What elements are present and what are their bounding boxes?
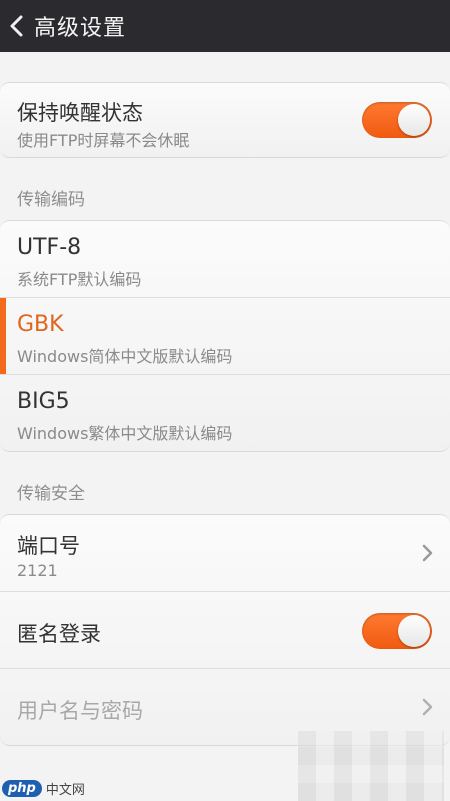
credentials-title: 用户名与密码 bbox=[17, 699, 143, 723]
anonymous-login-title: 匿名登录 bbox=[17, 622, 101, 646]
encoding-option-subtitle: Windows简体中文版默认编码 bbox=[17, 347, 233, 366]
keep-awake-subtitle: 使用FTP时屏幕不会休眠 bbox=[17, 131, 190, 150]
encoding-option-subtitle: Windows繁体中文版默认编码 bbox=[17, 424, 233, 443]
encoding-option-subtitle: 系统FTP默认编码 bbox=[17, 270, 142, 289]
encoding-option-big5[interactable]: BIG5 Windows繁体中文版默认编码 bbox=[0, 375, 450, 451]
keep-awake-toggle[interactable] bbox=[362, 102, 432, 138]
encoding-section-label: 传输编码 bbox=[17, 190, 85, 210]
toggle-knob bbox=[398, 615, 430, 647]
anonymous-login-toggle[interactable] bbox=[362, 613, 432, 649]
watermark-logo: php bbox=[2, 780, 42, 797]
top-bar: 高级设置 bbox=[0, 0, 450, 52]
chevron-right-icon bbox=[422, 544, 433, 562]
pixelated-overlay bbox=[298, 731, 444, 801]
chevron-right-icon bbox=[422, 698, 433, 716]
keep-awake-title: 保持唤醒状态 bbox=[17, 101, 143, 125]
watermark: php 中文网 bbox=[0, 776, 120, 801]
keep-awake-card: 保持唤醒状态 使用FTP时屏幕不会休眠 bbox=[0, 82, 450, 158]
page-title: 高级设置 bbox=[34, 16, 127, 41]
encoding-option-title: UTF-8 bbox=[17, 235, 82, 260]
anonymous-login-row[interactable]: 匿名登录 bbox=[0, 592, 450, 669]
encoding-option-title: GBK bbox=[17, 312, 64, 337]
keep-awake-row[interactable]: 保持唤醒状态 使用FTP时屏幕不会休眠 bbox=[0, 83, 450, 157]
encoding-option-gbk[interactable]: GBK Windows简体中文版默认编码 bbox=[0, 298, 450, 375]
encoding-card: UTF-8 系统FTP默认编码 GBK Windows简体中文版默认编码 BIG… bbox=[0, 220, 450, 452]
security-section-label: 传输安全 bbox=[17, 484, 85, 504]
port-value: 2121 bbox=[17, 561, 58, 580]
toggle-knob bbox=[398, 104, 430, 136]
selected-indicator bbox=[0, 298, 6, 374]
chevron-left-icon[interactable] bbox=[0, 0, 32, 52]
encoding-option-utf8[interactable]: UTF-8 系统FTP默认编码 bbox=[0, 221, 450, 298]
port-title: 端口号 bbox=[17, 534, 80, 558]
security-card: 端口号 2121 匿名登录 用户名与密码 bbox=[0, 514, 450, 746]
watermark-text: 中文网 bbox=[45, 783, 85, 798]
port-row[interactable]: 端口号 2121 bbox=[0, 515, 450, 592]
encoding-option-title: BIG5 bbox=[17, 389, 70, 414]
